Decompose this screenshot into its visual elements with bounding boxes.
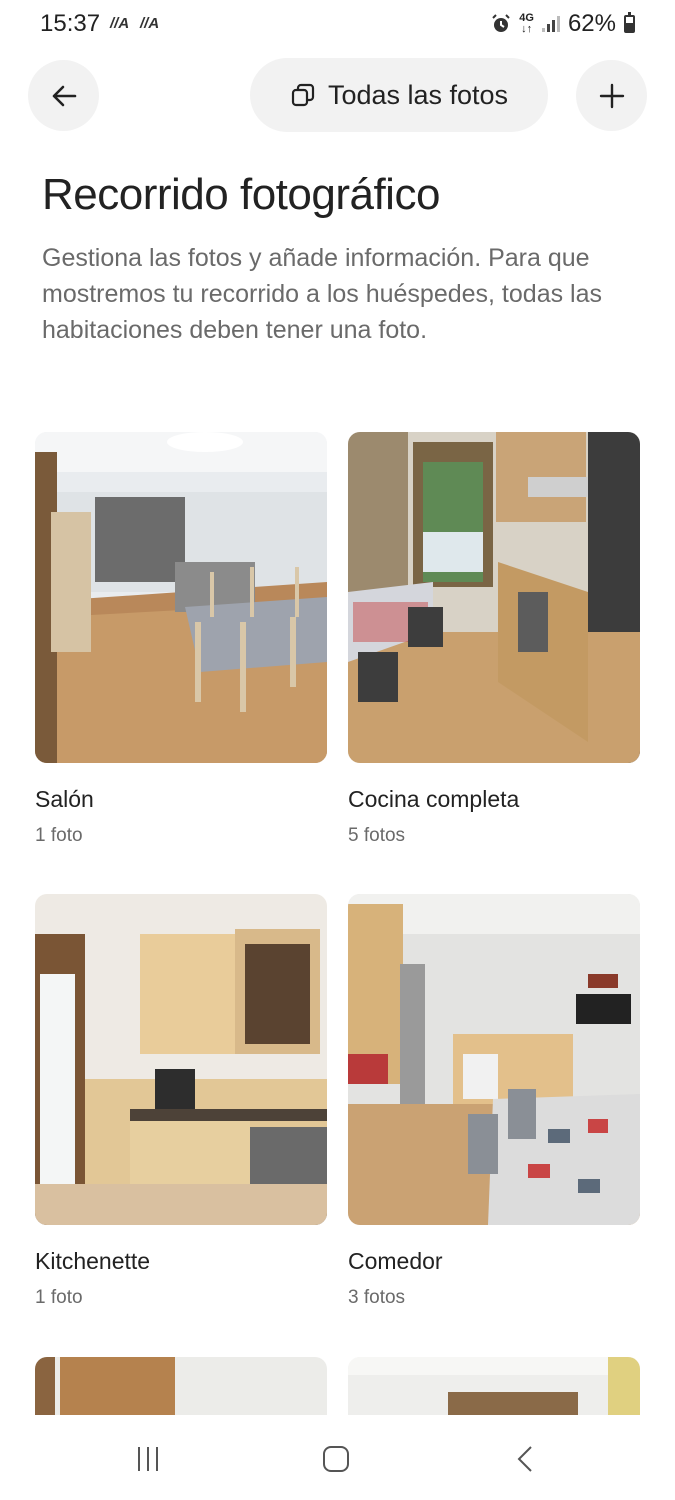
page-title: Recorrido fotográfico [42, 170, 440, 219]
room-photo[interactable] [348, 894, 640, 1225]
room-card-kitchenette[interactable]: Kitchenette 1 foto [35, 894, 327, 1308]
all-photos-button[interactable]: Todas las fotos [250, 58, 548, 132]
home-icon [323, 1446, 349, 1472]
battery-percent: 62% [567, 10, 616, 37]
page-description: Gestiona las fotos y añade información. … [42, 244, 602, 344]
chevron-left-icon [517, 1446, 532, 1472]
status-time: 15:37 [40, 10, 101, 37]
room-card-salon[interactable]: Salón 1 foto [35, 432, 327, 846]
arrow-left-icon [52, 85, 76, 106]
photo-stack-icon [291, 83, 315, 107]
recents-button[interactable] [118, 1437, 178, 1481]
recents-icon [138, 1447, 158, 1471]
add-button[interactable] [576, 60, 647, 131]
alarm-icon [492, 14, 510, 32]
room-photo-partial[interactable] [348, 1357, 640, 1415]
system-nav-bar [0, 1415, 675, 1500]
network-indicator-2: //A [140, 15, 160, 32]
room-photo-count: 5 fotos [348, 825, 406, 846]
back-button[interactable] [28, 60, 99, 131]
room-name: Kitchenette [35, 1248, 151, 1274]
room-name: Salón [35, 786, 94, 812]
signal-icon [541, 16, 560, 32]
home-button[interactable] [306, 1437, 366, 1481]
room-photo-count: 3 fotos [348, 1287, 406, 1308]
room-photo[interactable] [348, 432, 640, 763]
status-bar: 15:37 //A //A 4G ↓↑ 62% [0, 0, 675, 52]
room-photo[interactable] [35, 894, 327, 1225]
network-indicator-1: //A [110, 15, 130, 32]
room-name: Cocina completa [348, 786, 520, 812]
status-right-group: 4G ↓↑ 62% [491, 10, 635, 38]
room-card-cocina-completa[interactable]: Cocina completa 5 fotos [348, 432, 640, 846]
plus-icon [599, 83, 624, 108]
room-card-comedor[interactable]: Comedor 3 fotos [348, 894, 640, 1308]
all-photos-label: Todas las fotos [327, 79, 509, 110]
battery-icon [624, 12, 635, 33]
room-name: Comedor [348, 1248, 443, 1274]
room-photo-partial[interactable] [35, 1357, 327, 1415]
room-photo-count: 1 foto [35, 825, 83, 846]
nav-back-button[interactable] [496, 1437, 556, 1481]
room-photo[interactable] [35, 432, 327, 763]
network-type-icon: 4G ↓↑ [519, 12, 534, 35]
room-photo-count: 1 foto [35, 1287, 83, 1308]
